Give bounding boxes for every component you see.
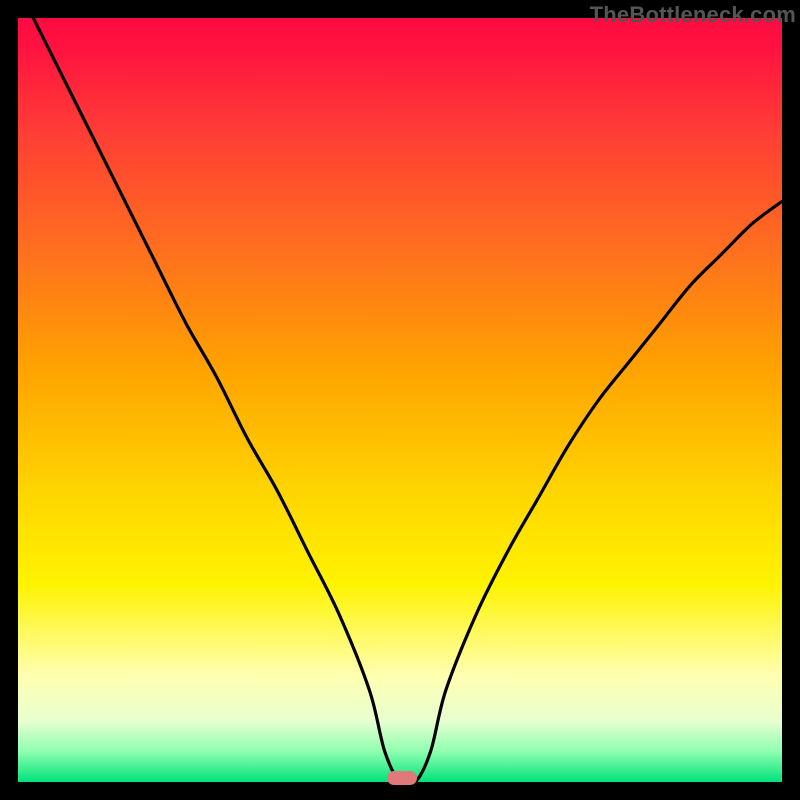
chart-stage: TheBottleneck.com [0,0,800,800]
watermark-text: TheBottleneck.com [590,2,796,28]
plot-background-gradient [18,18,782,782]
optimum-marker [387,771,417,785]
